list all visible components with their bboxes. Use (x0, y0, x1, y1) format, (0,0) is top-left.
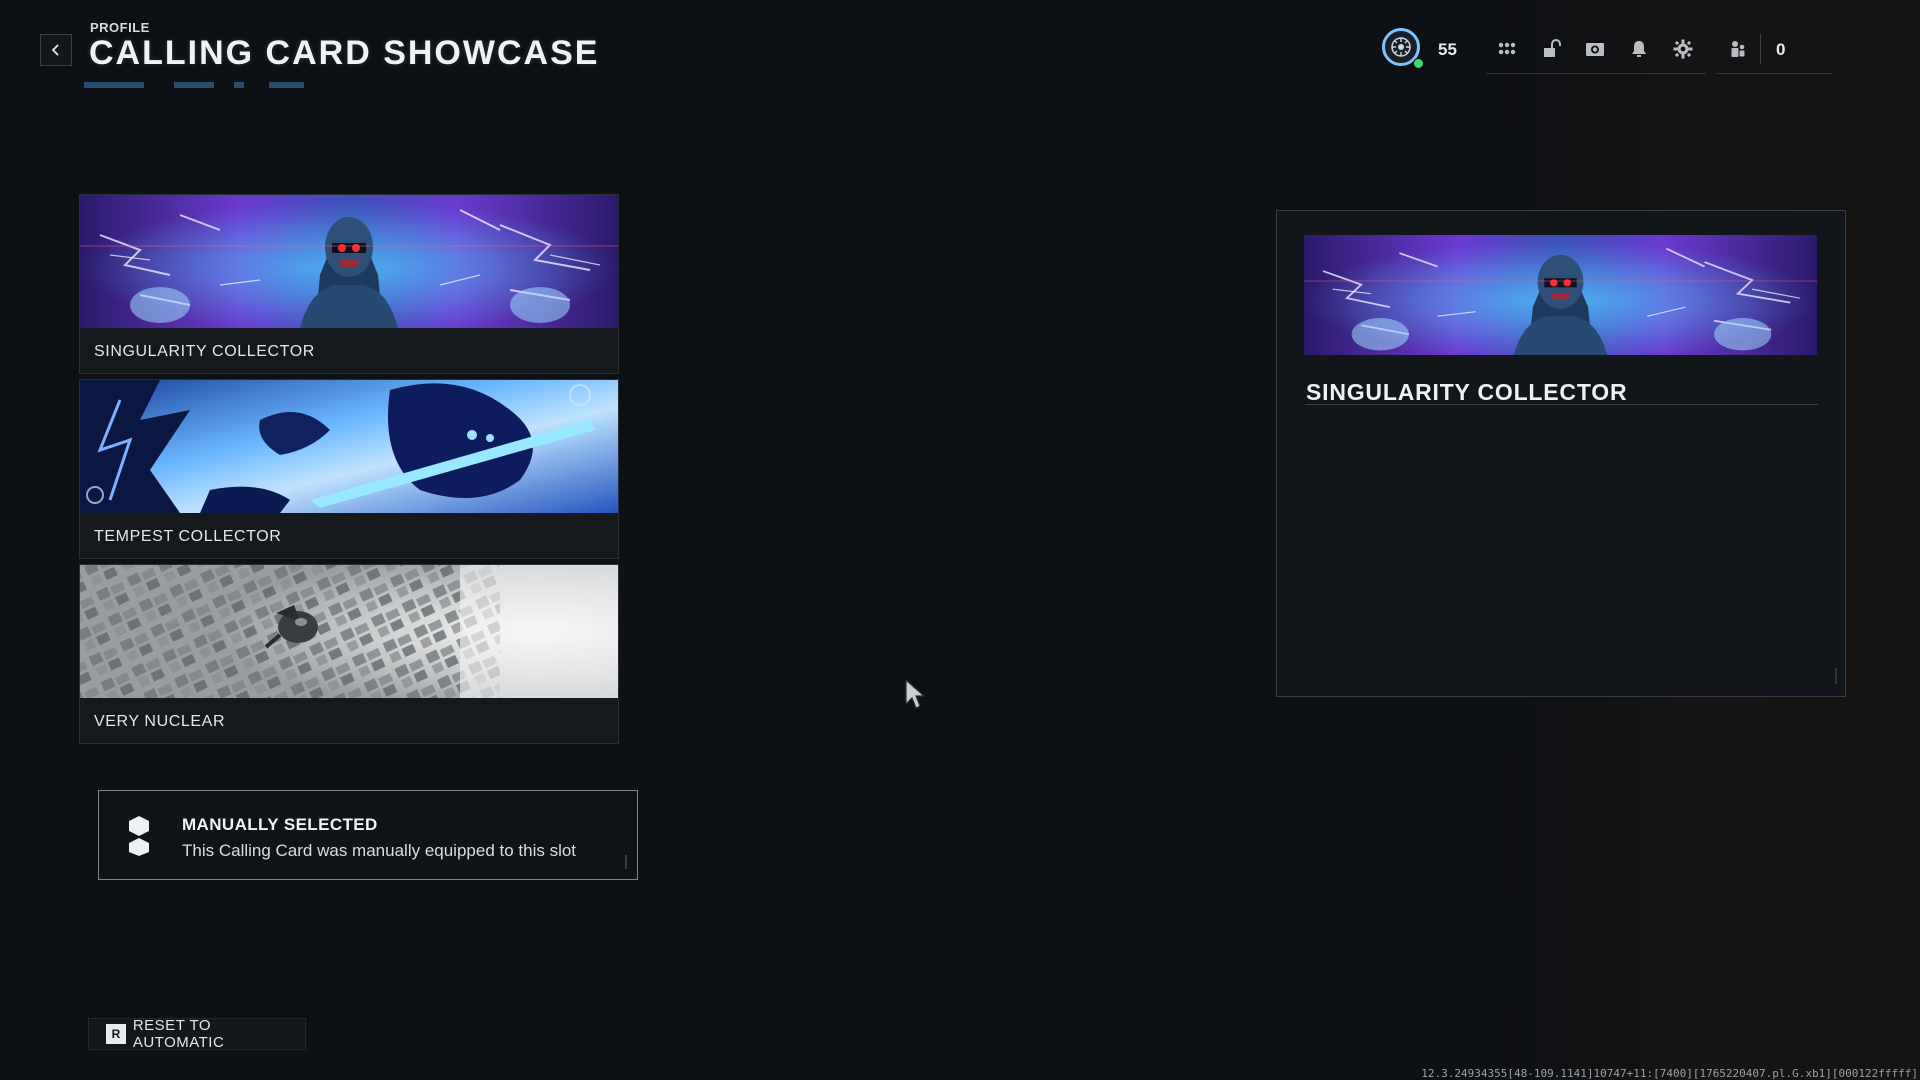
friends-underline (1716, 73, 1832, 74)
calling-card-label: SINGULARITY COLLECTOR (94, 343, 315, 360)
back-button[interactable] (40, 34, 72, 66)
gear-icon[interactable] (1670, 36, 1696, 62)
calling-card-preview-panel: SINGULARITY COLLECTOR (1276, 210, 1846, 697)
preview-card-image (1304, 235, 1817, 355)
panel-corner-decoration (619, 855, 627, 869)
title-decoration (84, 82, 304, 88)
screenshot-icon[interactable] (1582, 36, 1608, 62)
online-status-indicator (1413, 58, 1424, 69)
calling-card-label: TEMPEST COLLECTOR (94, 528, 282, 545)
info-title: MANUALLY SELECTED (182, 815, 378, 834)
preview-title: SINGULARITY COLLECTOR (1306, 379, 1628, 405)
reset-to-automatic-button[interactable]: R RESET TO AUTOMATIC (88, 1017, 306, 1051)
friends-icon[interactable] (1725, 36, 1751, 62)
reset-button-label: RESET TO AUTOMATIC (132, 1017, 225, 1051)
friends-online-count: 0 (1776, 40, 1786, 59)
pin-icon (129, 816, 149, 856)
calling-card-image (80, 195, 618, 328)
calling-card-slot-tempest-collector[interactable]: TEMPEST COLLECTOR (79, 379, 619, 559)
page-title: CALLING CARD SHOWCASE (89, 34, 600, 72)
calling-card-image (80, 380, 618, 513)
unlock-icon[interactable] (1538, 36, 1564, 62)
player-level: 55 (1438, 40, 1457, 59)
panel-corner-decoration (1831, 668, 1837, 684)
key-prompt-r: R (106, 1024, 126, 1044)
mouse-cursor-icon (905, 678, 926, 709)
info-description: This Calling Card was manually equipped … (182, 841, 577, 860)
calling-card-showcase-screen: PROFILE CALLING CARD SHOWCASE 55 0 SINGU… (0, 0, 1920, 1080)
calling-card-slot-singularity-collector[interactable]: SINGULARITY COLLECTOR (79, 194, 619, 374)
emblem-icon (1391, 37, 1411, 57)
calling-card-label: VERY NUCLEAR (94, 713, 226, 730)
preview-title-underline (1305, 404, 1818, 405)
topbar-underline (1486, 73, 1706, 74)
grid-menu-icon[interactable] (1494, 36, 1520, 62)
build-version-string: 12.3.24934355[48-109.1141]10747+11:[7400… (1421, 1067, 1918, 1080)
bell-icon[interactable] (1626, 36, 1652, 62)
chevron-left-icon (51, 44, 59, 56)
selection-info-panel: MANUALLY SELECTED This Calling Card was … (98, 790, 638, 880)
calling-card-image (80, 565, 618, 698)
breadcrumb: PROFILE (90, 20, 150, 35)
calling-card-slot-very-nuclear[interactable]: VERY NUCLEAR (79, 564, 619, 744)
topbar-divider (1760, 34, 1761, 64)
